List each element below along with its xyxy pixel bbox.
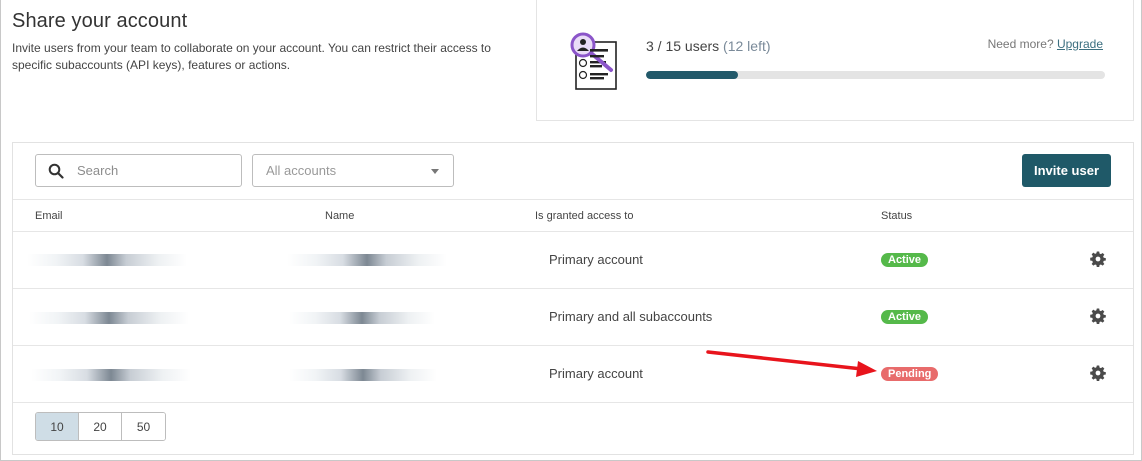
search-box[interactable]	[35, 154, 242, 187]
accounts-select[interactable]: All accounts	[252, 154, 454, 187]
users-table-card: All accounts Invite user Email Name Is g…	[12, 142, 1134, 455]
gear-icon[interactable]	[1090, 308, 1106, 324]
need-more-label: Need more?	[987, 37, 1054, 51]
page-size-selector: 10 20 50	[35, 412, 166, 441]
table-header: Email Name Is granted access to Status	[13, 199, 1133, 232]
name-redacted	[289, 369, 437, 381]
intro-section: Share your account Invite users from you…	[12, 8, 522, 74]
column-header-name[interactable]: Name	[325, 210, 354, 222]
search-icon	[48, 163, 64, 179]
column-header-status[interactable]: Status	[881, 210, 912, 222]
usage-progress-bar	[646, 71, 1105, 79]
table-row[interactable]: Primary account Active	[13, 232, 1133, 289]
invite-user-button[interactable]: Invite user	[1022, 154, 1111, 187]
page-size-50-button[interactable]: 50	[122, 413, 165, 440]
upgrade-link[interactable]: Upgrade	[1057, 37, 1103, 51]
name-redacted	[287, 254, 447, 266]
column-header-email[interactable]: Email	[35, 210, 63, 222]
access-cell: Primary account	[549, 366, 643, 381]
search-input[interactable]	[77, 163, 227, 178]
status-badge: Active	[881, 310, 929, 324]
email-redacted	[29, 312, 189, 324]
usage-progress-fill	[646, 71, 738, 79]
gear-icon[interactable]	[1090, 365, 1106, 381]
user-usage-card: 3 / 15 users (12 left) Need more? Upgrad…	[536, 0, 1134, 121]
page-title: Share your account	[12, 10, 188, 32]
email-redacted	[27, 254, 187, 266]
usage-count: 3 / 15 users (12 left)	[646, 38, 771, 54]
page-description: Invite users from your team to collabora…	[12, 41, 491, 72]
name-redacted	[289, 312, 435, 324]
table-row[interactable]: Primary account Pending	[13, 346, 1133, 403]
column-header-access[interactable]: Is granted access to	[535, 210, 633, 222]
accounts-select-value: All accounts	[266, 163, 337, 178]
gear-icon[interactable]	[1090, 251, 1106, 267]
status-badge: Active	[881, 253, 929, 267]
access-cell: Primary account	[549, 252, 643, 267]
table-toolbar: All accounts Invite user	[13, 143, 1133, 199]
page-size-10-button[interactable]: 10	[36, 413, 79, 440]
chevron-down-icon	[431, 169, 439, 174]
email-redacted	[31, 369, 191, 381]
user-list-magnifier-icon	[570, 32, 617, 90]
page-size-20-button[interactable]: 20	[79, 413, 122, 440]
status-badge: Pending	[881, 367, 939, 381]
usage-count-value: 3 / 15 users	[646, 38, 720, 54]
access-cell: Primary and all subaccounts	[549, 309, 713, 324]
usage-remaining: (12 left)	[723, 38, 771, 54]
need-more: Need more? Upgrade	[988, 37, 1103, 51]
table-row[interactable]: Primary and all subaccounts Active	[13, 289, 1133, 346]
